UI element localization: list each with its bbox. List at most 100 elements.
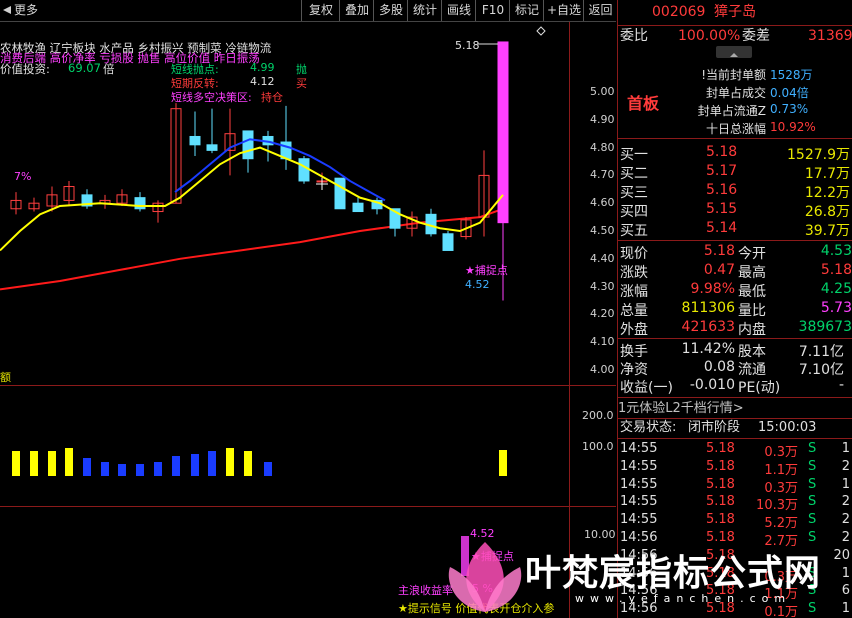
field-value: 5.18 [820, 262, 852, 278]
toolbar-fuquan-button[interactable]: 复权 [301, 0, 340, 21]
capture-point-label: ★捕捉点 [465, 264, 508, 277]
toolbar-back-button[interactable]: 返回 [583, 0, 617, 21]
chart-toolbar: 更多 复权 叠加 多股 统计 画线 F10 标记 +自选 返回 [0, 0, 616, 22]
field-value: 4.53 [820, 243, 852, 259]
volume-bar [48, 451, 56, 476]
candle-body [352, 202, 364, 213]
toolbar-more-button[interactable]: 更多 [10, 0, 42, 21]
price-axis-label: 5.00 [590, 85, 615, 98]
kline-chart-svg[interactable] [0, 22, 616, 618]
stat-label: 十日总涨幅 [705, 122, 766, 136]
toolbar-mark-button[interactable]: 标记 [509, 0, 544, 21]
volume-bar [30, 451, 38, 476]
lotus-logo-icon [448, 542, 522, 612]
volume-bar [12, 451, 20, 476]
price-axis-label: 4.40 [590, 251, 615, 265]
tick-count: 2 [841, 458, 850, 474]
price-axis-label: 4.30 [590, 279, 615, 293]
bid-volume: 12.2万 [804, 185, 850, 201]
candle-body [134, 197, 146, 210]
stock-code: 002069 [652, 4, 706, 20]
value-invest-value: 69.07 [68, 61, 101, 75]
price-axis-label: 4.20 [590, 307, 615, 321]
tick-count: 2 [841, 512, 850, 528]
pct-label: 7% [14, 170, 32, 183]
toolbar-add-watchlist-button[interactable]: +自选 [543, 0, 584, 21]
volume-bar [226, 448, 234, 476]
vol-axis-label-100: 100.0 [582, 440, 614, 453]
volume-bar [172, 456, 180, 476]
stat-value: 10.92% [770, 120, 816, 134]
stat-label: 封单占流通Z [697, 104, 766, 118]
price-axis-label: 4.10 [590, 335, 615, 349]
tick-count: 2 [841, 494, 850, 510]
volume-bar [101, 462, 109, 476]
max-price-label: 5.18 [455, 39, 480, 52]
toolbar-multi-stock-button[interactable]: 多股 [373, 0, 408, 21]
ma-line-yellow [0, 146, 504, 252]
bid-volume: 17.7万 [804, 166, 850, 182]
toolbar-overlay-button[interactable]: 叠加 [339, 0, 374, 21]
volume-bar [136, 464, 144, 476]
candle-body [334, 177, 346, 210]
decision-value: 持仓 [261, 91, 283, 104]
price-axis-label: 4.50 [590, 224, 615, 237]
vol-axis-label-200: 200.0 [582, 409, 614, 422]
toolbar-draw-button[interactable]: 画线 [441, 0, 476, 21]
stat-value: 0.73% [770, 102, 809, 116]
decision-label: 短线多空决策区: [171, 91, 252, 104]
stock-header: 002069 獐子岛 [618, 3, 852, 23]
toolbar-f10-button[interactable]: F10 [475, 0, 510, 21]
bid-volume: 1527.9万 [787, 147, 850, 163]
volume-bar [83, 458, 91, 476]
watermark-title: 叶梵宸指标公式网 [525, 553, 822, 594]
candle-body [442, 233, 454, 251]
price-axis-label: 4.00 [590, 363, 615, 376]
candle-body [206, 144, 218, 151]
short-throw-value: 4.99 [250, 61, 275, 74]
price-axis-label: 4.80 [590, 140, 615, 154]
weibi-row: 委比 100.00% 委差 31369 [620, 28, 852, 44]
tick-count: 1 [841, 441, 850, 456]
volume-bar [191, 454, 199, 476]
chevron-up-icon [730, 53, 738, 57]
diamond-icon [536, 26, 546, 36]
value-invest-unit: 倍 [103, 62, 115, 76]
price-axis-label: 4.60 [590, 196, 615, 210]
left-edge-char: 额 [0, 371, 11, 384]
main-vol-divider [0, 385, 616, 386]
field-value: 389673 [798, 319, 852, 335]
field-value: 4.25 [820, 281, 852, 297]
volume-bar [208, 451, 216, 476]
price-axis-label: 4.90 [590, 112, 615, 126]
value-invest-label: 价值投资: [0, 62, 50, 76]
volume-bar [118, 464, 126, 476]
stat-label: !当前封单额 [701, 68, 766, 82]
bid-volume: 26.8万 [804, 204, 850, 220]
field-value: 7.11亿 [798, 344, 844, 360]
candle-body [242, 130, 254, 160]
candle-body [298, 158, 310, 182]
min-price-label: 4.52 [465, 278, 490, 291]
l2-banner[interactable]: 1元体验L2千档行情> [618, 400, 852, 418]
kline-chart-panel[interactable] [0, 22, 616, 618]
collapse-toggle[interactable] [716, 46, 752, 58]
quote-panel: 002069 獐子岛 委比 100.00% 委差 31369 首板 !当前封单额… [617, 0, 852, 618]
vol-ind-divider [0, 506, 616, 507]
volume-bar [499, 450, 507, 476]
volume-bar [244, 451, 252, 476]
volume-bar [264, 462, 272, 476]
short-rebound-value: 4.12 [250, 75, 275, 88]
axis-divider [569, 22, 570, 618]
stock-name: 獐子岛 [714, 4, 756, 20]
volume-bar [65, 448, 73, 476]
toolbar-stats-button[interactable]: 统计 [407, 0, 442, 21]
stat-value: 1528万 [770, 68, 813, 82]
bid-volume: 39.7万 [804, 223, 850, 239]
short-rebound-action: 买 [296, 77, 307, 90]
stat-value: 0.04倍 [770, 86, 809, 100]
trade-status-row: 交易状态: 闭市阶段 15:00:03 [620, 420, 817, 435]
tick-count: 1 [841, 476, 850, 492]
field-value: - [838, 377, 844, 393]
volume-bar [154, 462, 162, 476]
